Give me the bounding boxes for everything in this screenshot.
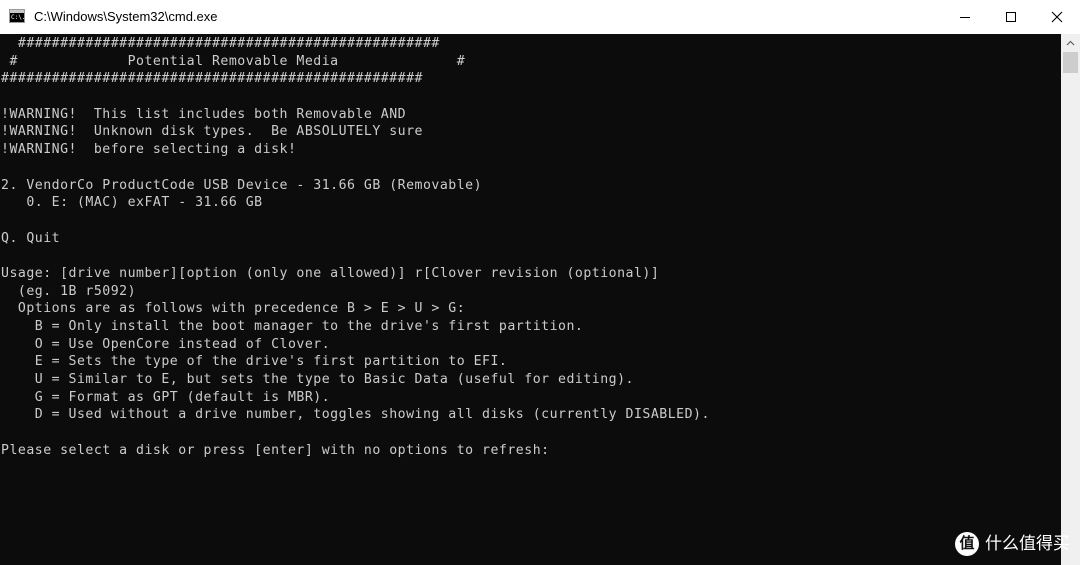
console-line: Usage: [drive number][option (only one a… [1,265,660,281]
vertical-scrollbar[interactable] [1061,34,1080,565]
scroll-up-button[interactable] [1061,34,1080,51]
console-line: Q. Quit [1,230,61,246]
console-line: ########################################… [1,71,423,87]
console-line: !WARNING! This list includes both Remova… [1,106,407,122]
close-icon [1051,11,1063,23]
minimize-button[interactable] [942,0,988,34]
maximize-button[interactable] [988,0,1034,34]
console-line: D = Used without a drive number, toggles… [1,407,710,423]
console-line: E = Sets the type of the drive's first p… [1,354,508,370]
console-line: (eg. 1B r5092) [1,283,137,299]
cmd-icon[interactable]: C:\. [9,9,25,23]
watermark: 值 什么值得买 [955,532,1070,556]
minimize-icon [960,17,970,18]
console-line: B = Only install the boot manager to the… [1,319,584,334]
maximize-icon [1006,12,1016,22]
console-output[interactable]: ########################################… [0,34,1061,565]
chevron-up-icon [1066,40,1075,45]
console-line: ########################################… [1,36,440,51]
console-line: !WARNING! before selecting a disk! [1,142,297,158]
console-line: U = Similar to E, but sets the type to B… [1,372,634,388]
console-line: Options are as follows with precedence B… [1,301,466,317]
watermark-text: 什么值得买 [985,534,1070,554]
watermark-logo: 值 [955,532,979,556]
console-line: Please select a disk or press [enter] wi… [1,442,550,458]
window-title: C:\Windows\System32\cmd.exe [34,9,218,24]
console-line: !WARNING! Unknown disk types. Be ABSOLUT… [1,124,423,140]
close-button[interactable] [1034,0,1080,34]
console-line: # Potential Removable Media # [1,53,466,69]
console-line: O = Use OpenCore instead of Clover. [1,336,331,352]
title-bar[interactable]: C:\. C:\Windows\System32\cmd.exe [0,0,1080,34]
console-line: 0. E: (MAC) exFAT - 31.66 GB [1,195,263,211]
console-line: G = Format as GPT (default is MBR). [1,389,331,405]
console-line: 2. VendorCo ProductCode USB Device - 31.… [1,177,483,193]
console-lines: ########################################… [1,35,710,460]
scrollbar-thumb[interactable] [1063,52,1078,73]
